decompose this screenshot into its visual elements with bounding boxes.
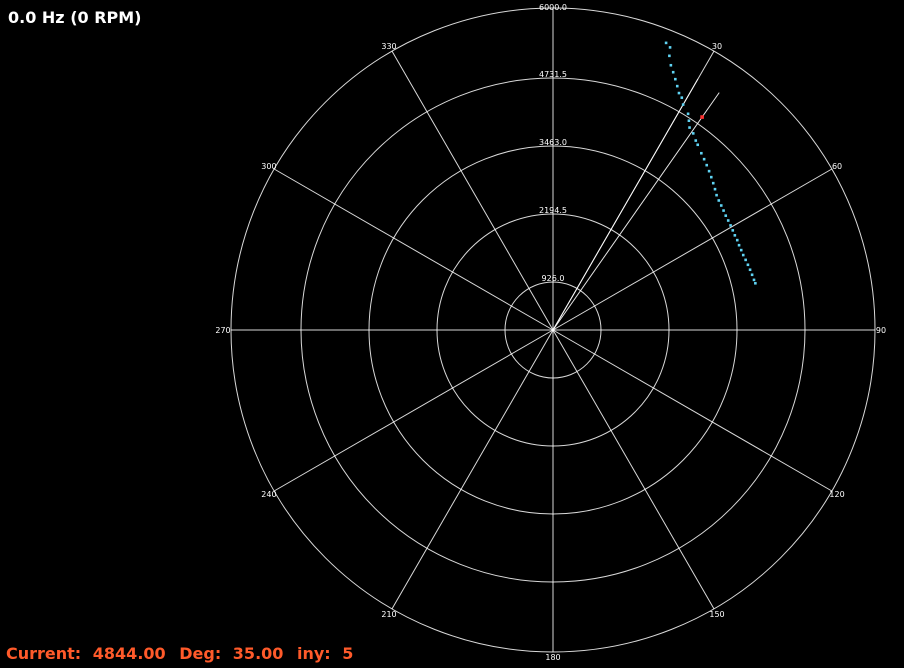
angular-tick-label: 210 xyxy=(381,610,396,619)
data-point xyxy=(696,143,700,147)
radial-tick-label: 4731.5 xyxy=(539,70,567,79)
data-point xyxy=(717,199,721,202)
data-point xyxy=(677,91,681,95)
grid-spoke xyxy=(552,329,715,610)
grid-spoke xyxy=(391,50,554,331)
deg-label: Deg: xyxy=(179,644,222,663)
radial-tick-label: 926.0 xyxy=(542,274,565,283)
iny-label: iny: xyxy=(296,644,331,663)
deg-value: 35.00 xyxy=(232,644,284,663)
angular-tick-label: 240 xyxy=(261,490,276,499)
radial-tick-label: 3463.0 xyxy=(539,138,567,147)
data-point xyxy=(750,273,754,277)
angular-tick-label: 90 xyxy=(876,326,886,335)
data-point xyxy=(737,243,741,247)
data-point xyxy=(731,229,735,232)
data-point xyxy=(664,41,668,45)
data-point xyxy=(744,258,747,262)
radial-tick-label: 6000.0 xyxy=(539,3,567,12)
polar-chart[interactable]: 926.0 2194.5 3463.0 4731.5 6000.0 30 60 90 120 1… xyxy=(0,0,904,668)
data-point xyxy=(746,263,750,267)
data-point xyxy=(686,112,690,116)
data-point xyxy=(674,77,677,81)
data-point xyxy=(702,157,706,161)
grid-spoke xyxy=(273,168,554,331)
grid-spoke xyxy=(391,329,554,610)
data-point xyxy=(741,253,745,257)
angular-tick-label: 150 xyxy=(709,610,724,619)
cursor-line xyxy=(552,92,720,331)
status-bar: Current: 4844.00 Deg: 35.00 iny: 5 xyxy=(6,644,361,663)
angular-tick-label: 300 xyxy=(261,162,276,171)
angular-tick-label: 30 xyxy=(712,42,722,51)
radial-tick-label: 2194.5 xyxy=(539,206,567,215)
data-point xyxy=(669,63,673,67)
data-point xyxy=(752,278,756,282)
data-point xyxy=(754,281,757,285)
data-point xyxy=(668,54,671,58)
cursor-lines xyxy=(552,78,720,331)
grid-spoke xyxy=(552,168,833,331)
data-point xyxy=(688,126,691,129)
angular-tick-label: 180 xyxy=(545,653,560,662)
data-point xyxy=(733,234,737,237)
grid-spoke xyxy=(552,329,833,492)
grid-spoke xyxy=(273,329,554,492)
data-point xyxy=(711,181,715,185)
data-points xyxy=(664,41,757,285)
data-point xyxy=(671,70,675,74)
current-value: 4844.00 xyxy=(92,644,166,663)
data-point xyxy=(739,248,743,252)
angular-tick-label: 120 xyxy=(829,490,844,499)
data-point xyxy=(681,103,685,106)
data-point xyxy=(707,169,711,173)
data-point xyxy=(726,219,730,222)
data-point xyxy=(680,96,684,99)
data-point xyxy=(748,268,752,272)
data-point xyxy=(715,193,718,197)
angular-tick-labels: 30 60 90 120 150 180 210 240 270 300 330 xyxy=(215,42,886,662)
current-marker xyxy=(700,115,704,119)
data-point xyxy=(719,204,723,207)
data-point xyxy=(700,151,703,155)
data-point xyxy=(705,163,709,167)
data-point xyxy=(691,132,695,135)
data-point xyxy=(722,209,725,212)
data-point xyxy=(724,214,728,217)
angular-tick-label: 270 xyxy=(215,326,230,335)
current-label: Current: xyxy=(6,644,82,663)
data-point xyxy=(675,84,679,88)
data-point xyxy=(709,175,713,179)
data-point xyxy=(713,187,717,191)
data-point xyxy=(694,139,698,142)
data-point xyxy=(687,119,691,123)
data-point xyxy=(735,238,739,242)
angular-tick-label: 60 xyxy=(832,162,842,171)
data-point xyxy=(729,224,732,227)
data-point xyxy=(668,46,672,49)
iny-value: 5 xyxy=(342,644,354,663)
angular-tick-label: 330 xyxy=(381,42,396,51)
cursor-line xyxy=(552,78,699,331)
